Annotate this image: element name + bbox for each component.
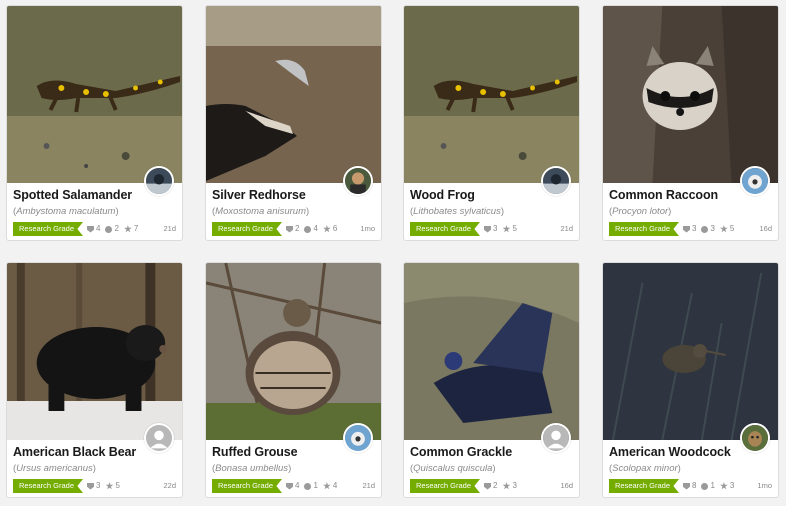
star-icon [720, 482, 728, 490]
scientific-name: (Quiscalus quiscula) [410, 463, 496, 474]
user-avatar[interactable] [343, 166, 373, 196]
comment-icon [701, 225, 709, 233]
comment-icon [105, 225, 113, 233]
observation-card[interactable]: Ruffed Grouse (Bonasa umbellus) Research… [205, 262, 382, 498]
observation-stats: 8 1 3 [683, 479, 734, 493]
identification-icon [286, 482, 293, 490]
raccoon-photo[interactable] [603, 6, 778, 183]
observation-card[interactable]: Wood Frog (Lithobates sylvaticus) Resear… [403, 5, 580, 241]
observation-stats: 4 1 4 [286, 479, 337, 493]
observation-age: 21d [362, 481, 375, 490]
observation-age: 1mo [360, 224, 375, 233]
star-icon [323, 225, 331, 233]
grackle-photo[interactable] [404, 263, 579, 440]
woodcock-photo[interactable] [603, 263, 778, 440]
identification-icon [87, 482, 94, 490]
observation-stats: 2 3 [484, 479, 517, 493]
scientific-name: (Ursus americanus) [13, 463, 96, 474]
identification-icon [484, 225, 491, 233]
star-icon [105, 482, 114, 490]
star-icon [323, 482, 331, 490]
observation-grid: Spotted Salamander (Ambystoma maculatum)… [0, 0, 786, 506]
user-avatar[interactable] [740, 423, 770, 453]
quality-grade-badge: Research Grade [212, 479, 282, 493]
salamander-photo[interactable] [404, 6, 579, 183]
observation-age: 21d [560, 224, 573, 233]
salamander-photo[interactable] [7, 6, 182, 183]
user-avatar[interactable] [541, 166, 571, 196]
observation-age: 21d [163, 224, 176, 233]
identification-icon [683, 225, 690, 233]
scientific-name: (Ambystoma maculatum) [13, 206, 119, 217]
user-avatar[interactable] [740, 166, 770, 196]
star-icon [502, 482, 511, 490]
quality-grade-badge: Research Grade [410, 222, 480, 236]
quality-grade-badge: Research Grade [13, 479, 83, 493]
scientific-name: (Scolopax minor) [609, 463, 681, 474]
osprey-with-fish-photo[interactable] [206, 6, 381, 183]
observation-age: 1mo [757, 481, 772, 490]
observation-stats: 3 3 5 [683, 222, 734, 236]
quality-grade-badge: Research Grade [609, 479, 679, 493]
common-name[interactable]: American Black Bear [13, 445, 136, 459]
scientific-name: (Bonasa umbellus) [212, 463, 292, 474]
common-name[interactable]: Spotted Salamander [13, 188, 132, 202]
comment-icon [304, 225, 312, 233]
quality-grade-badge: Research Grade [609, 222, 679, 236]
observation-age: 22d [163, 481, 176, 490]
observation-card[interactable]: American Woodcock (Scolopax minor) Resea… [602, 262, 779, 498]
quality-grade-badge: Research Grade [212, 222, 282, 236]
identification-icon [484, 482, 491, 490]
common-name[interactable]: Common Raccoon [609, 188, 718, 202]
observation-card[interactable]: Silver Redhorse (Moxostoma anisurum) Res… [205, 5, 382, 241]
star-icon [720, 225, 728, 233]
common-name[interactable]: Wood Frog [410, 188, 475, 202]
observation-stats: 3 5 [87, 479, 120, 493]
observation-card[interactable]: Common Raccoon (Procyon lotor) Research … [602, 5, 779, 241]
scientific-name: (Lithobates sylvaticus) [410, 206, 505, 217]
common-name[interactable]: American Woodcock [609, 445, 731, 459]
observation-card[interactable]: American Black Bear (Ursus americanus) R… [6, 262, 183, 498]
observation-card[interactable]: Spotted Salamander (Ambystoma maculatum)… [6, 5, 183, 241]
scientific-name: (Procyon lotor) [609, 206, 672, 217]
user-avatar[interactable] [343, 423, 373, 453]
observation-stats: 3 5 [484, 222, 517, 236]
user-avatar[interactable] [144, 166, 174, 196]
black-bear-photo[interactable] [7, 263, 182, 440]
comment-icon [304, 482, 312, 490]
observation-age: 16d [560, 481, 573, 490]
scientific-name: (Moxostoma anisurum) [212, 206, 310, 217]
observation-stats: 4 2 7 [87, 222, 138, 236]
star-icon [502, 225, 511, 233]
observation-age: 16d [759, 224, 772, 233]
identification-icon [683, 482, 690, 490]
identification-icon [286, 225, 293, 233]
user-avatar[interactable] [144, 423, 174, 453]
common-name[interactable]: Ruffed Grouse [212, 445, 298, 459]
quality-grade-badge: Research Grade [410, 479, 480, 493]
observation-card[interactable]: Common Grackle (Quiscalus quiscula) Rese… [403, 262, 580, 498]
identification-icon [87, 225, 94, 233]
grouse-photo[interactable] [206, 263, 381, 440]
common-name[interactable]: Silver Redhorse [212, 188, 306, 202]
observation-stats: 2 4 6 [286, 222, 337, 236]
star-icon [124, 225, 132, 233]
quality-grade-badge: Research Grade [13, 222, 83, 236]
user-avatar[interactable] [541, 423, 571, 453]
comment-icon [701, 482, 709, 490]
common-name[interactable]: Common Grackle [410, 445, 512, 459]
